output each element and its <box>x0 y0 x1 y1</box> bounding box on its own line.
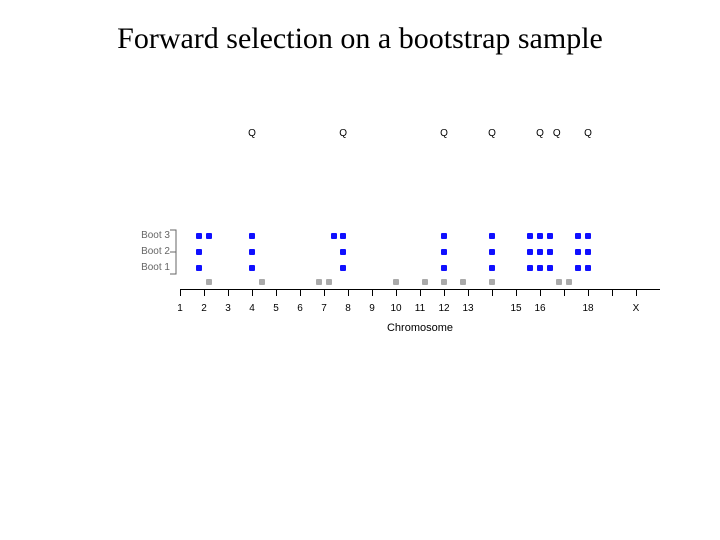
data-point <box>249 233 255 239</box>
data-point <box>489 233 495 239</box>
data-point <box>393 279 399 285</box>
data-point <box>527 233 533 239</box>
x-tick <box>444 290 445 296</box>
data-point <box>331 233 337 239</box>
x-tick <box>588 290 589 296</box>
x-tick <box>396 290 397 296</box>
data-point <box>575 233 581 239</box>
data-point <box>537 265 543 271</box>
x-tick-label: 11 <box>408 303 432 314</box>
data-point <box>460 279 466 285</box>
slide: Forward selection on a bootstrap sample … <box>0 0 720 540</box>
data-point <box>441 249 447 255</box>
data-point <box>206 233 212 239</box>
x-tick <box>300 290 301 296</box>
x-tick-label: X <box>624 303 648 314</box>
x-tick-label: 12 <box>432 303 456 314</box>
x-tick-label: 5 <box>264 303 288 314</box>
plot-area: Chromosome 12345678910111213151618XQQQQQ… <box>180 110 660 320</box>
x-tick-label: 6 <box>288 303 312 314</box>
data-point <box>537 249 543 255</box>
x-tick-label: 8 <box>336 303 360 314</box>
data-point <box>527 249 533 255</box>
x-tick-label: 13 <box>456 303 480 314</box>
x-tick <box>324 290 325 296</box>
x-tick <box>540 290 541 296</box>
x-tick-label: 10 <box>384 303 408 314</box>
x-tick-label: 3 <box>216 303 240 314</box>
y-tick-label: Boot 1 <box>100 260 170 276</box>
x-tick <box>516 290 517 296</box>
data-point <box>489 279 495 285</box>
data-point <box>196 249 202 255</box>
data-point <box>196 265 202 271</box>
data-point <box>249 265 255 271</box>
x-tick <box>636 290 637 296</box>
data-point <box>537 233 543 239</box>
data-point <box>340 249 346 255</box>
y-axis-labels: Boot 3Boot 2Boot 1 <box>100 228 170 276</box>
data-point <box>441 265 447 271</box>
data-point <box>547 233 553 239</box>
x-tick <box>180 290 181 296</box>
data-point <box>527 265 533 271</box>
data-point <box>585 233 591 239</box>
data-point <box>566 279 572 285</box>
x-tick <box>228 290 229 296</box>
x-tick-label: 9 <box>360 303 384 314</box>
x-tick-label: 18 <box>576 303 600 314</box>
x-axis-label: Chromosome <box>180 322 660 334</box>
x-tick <box>468 290 469 296</box>
data-point <box>489 265 495 271</box>
y-bracket <box>170 228 178 276</box>
q-marker: Q <box>437 128 451 139</box>
data-point <box>206 279 212 285</box>
x-tick-label: 7 <box>312 303 336 314</box>
chart-forward-selection: Boot 3Boot 2Boot 1 Chromosome 1234567891… <box>100 110 660 320</box>
x-tick-label: 16 <box>528 303 552 314</box>
data-point <box>249 249 255 255</box>
data-point <box>585 249 591 255</box>
q-marker: Q <box>533 128 547 139</box>
page-title: Forward selection on a bootstrap sample <box>0 22 720 56</box>
data-point <box>259 279 265 285</box>
x-tick-label: 15 <box>504 303 528 314</box>
x-tick <box>492 290 493 296</box>
data-point <box>489 249 495 255</box>
data-point <box>556 279 562 285</box>
data-point <box>575 265 581 271</box>
x-tick-label: 4 <box>240 303 264 314</box>
x-tick-label: 1 <box>168 303 192 314</box>
q-marker: Q <box>245 128 259 139</box>
q-marker: Q <box>550 128 564 139</box>
x-tick <box>252 290 253 296</box>
x-tick <box>276 290 277 296</box>
x-tick <box>612 290 613 296</box>
data-point <box>441 279 447 285</box>
x-tick <box>348 290 349 296</box>
data-point <box>422 279 428 285</box>
x-tick <box>372 290 373 296</box>
q-marker: Q <box>336 128 350 139</box>
x-tick <box>420 290 421 296</box>
x-tick <box>564 290 565 296</box>
x-tick-label: 2 <box>192 303 216 314</box>
x-tick <box>204 290 205 296</box>
data-point <box>326 279 332 285</box>
data-point <box>547 249 553 255</box>
data-point <box>547 265 553 271</box>
q-marker: Q <box>581 128 595 139</box>
data-point <box>316 279 322 285</box>
data-point <box>196 233 202 239</box>
data-point <box>575 249 581 255</box>
q-marker: Q <box>485 128 499 139</box>
y-tick-label: Boot 2 <box>100 244 170 260</box>
data-point <box>441 233 447 239</box>
data-point <box>340 265 346 271</box>
data-point <box>585 265 591 271</box>
y-tick-label: Boot 3 <box>100 228 170 244</box>
data-point <box>340 233 346 239</box>
